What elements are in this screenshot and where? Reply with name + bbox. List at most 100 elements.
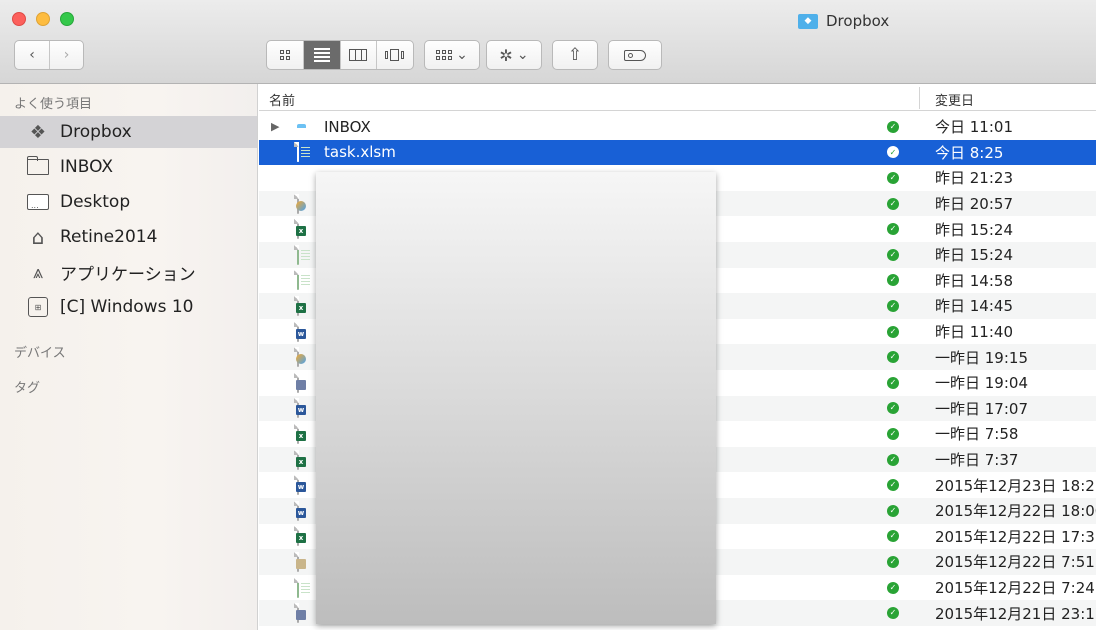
excel-file-icon: x (296, 219, 306, 240)
sync-status-icon: ✓ (887, 581, 899, 594)
date-modified-column-header[interactable]: 変更日 (935, 90, 974, 109)
date-modified: 2015年12月23日 18:27 (935, 476, 1096, 495)
excel-file-icon: x (296, 526, 306, 547)
date-modified: 昨日 14:58 (935, 271, 1013, 290)
sync-status-icon: ✓ (887, 146, 899, 159)
plain-file-icon (297, 577, 299, 598)
sidebar-item-inbox[interactable]: INBOX (0, 151, 257, 183)
date-modified: 2015年12月22日 18:00 (935, 502, 1096, 521)
devices-heading: デバイス (14, 346, 66, 361)
sync-status-icon: ✓ (887, 248, 899, 261)
word-file-icon: w (296, 500, 306, 521)
sync-status-icon: ✓ (887, 274, 899, 287)
sync-status-icon: ✓ (887, 223, 899, 236)
window-title-label: Dropbox (826, 12, 890, 30)
word-file-icon: w (296, 321, 306, 342)
date-modified: 昨日 20:57 (935, 195, 1013, 214)
icon-view-icon (279, 50, 290, 60)
date-modified: 昨日 11:40 (935, 323, 1013, 342)
date-modified: 今日 11:01 (935, 118, 1013, 137)
sync-status-icon: ✓ (887, 197, 899, 210)
view-mode-group (266, 40, 414, 70)
applications-icon: ⩓ (32, 261, 44, 283)
gear-icon: ✲ (499, 45, 513, 65)
window-toolbar: ◆ Dropbox ‹ › ⌄ ✲ ⌄ ⇧ (0, 0, 1096, 84)
folder-icon (26, 156, 50, 177)
sync-status-icon: ✓ (887, 299, 899, 312)
date-modified: 2015年12月21日 23:17 (935, 604, 1096, 623)
disclosure-triangle-icon[interactable]: ▶ (271, 120, 279, 133)
share-button[interactable]: ⇧ (552, 40, 598, 70)
arrange-icon (436, 50, 453, 60)
forward-button[interactable]: › (48, 41, 83, 69)
date-modified: 2015年12月22日 7:24 (935, 579, 1095, 598)
sidebar-item-label: INBOX (60, 157, 114, 177)
date-modified: 昨日 14:45 (935, 297, 1013, 316)
app-file-icon (296, 347, 306, 368)
zoom-window-button[interactable] (60, 12, 74, 26)
column-divider[interactable] (919, 87, 920, 109)
cover-flow-icon (385, 49, 405, 61)
img-file-icon (296, 551, 306, 572)
excel-file-icon: x (296, 423, 306, 444)
file-row[interactable]: task.xlsm ✓ 今日 8:25 (259, 139, 1096, 166)
file-name: INBOX (324, 117, 371, 136)
sync-status-icon: ✓ (887, 479, 899, 492)
sidebar-item-dropbox[interactable]: ❖ Dropbox (0, 116, 257, 148)
date-modified: 一昨日 19:04 (935, 374, 1028, 393)
action-button[interactable]: ✲ ⌄ (486, 40, 542, 70)
cover-flow-button[interactable] (376, 41, 413, 69)
drive-icon: ⊞ (26, 297, 50, 317)
date-modified: 昨日 15:24 (935, 220, 1013, 239)
sync-status-icon: ✓ (887, 427, 899, 440)
icon-view-button[interactable] (267, 41, 303, 69)
date-modified: 昨日 21:23 (935, 169, 1013, 188)
column-view-button[interactable] (339, 41, 377, 69)
date-modified: 一昨日 19:15 (935, 348, 1028, 367)
list-view-button[interactable] (302, 41, 340, 69)
date-modified: 一昨日 7:37 (935, 451, 1019, 470)
sync-status-icon: ✓ (887, 453, 899, 466)
sidebar-item-windows-drive[interactable]: ⊞ [C] Windows 10 (0, 291, 257, 323)
column-view-icon (349, 49, 368, 61)
dropbox-folder-icon: ◆ (798, 13, 818, 29)
date-modified: 今日 8:25 (935, 143, 1004, 162)
arrange-button[interactable]: ⌄ (424, 40, 480, 70)
close-window-button[interactable] (12, 12, 26, 26)
sidebar-item-applications[interactable]: ⩓ アプリケーション (0, 256, 257, 288)
sidebar-item-label: Dropbox (60, 122, 132, 142)
excel-file-icon: x (296, 295, 306, 316)
back-button[interactable]: ‹ (15, 41, 49, 69)
sync-status-icon: ✓ (887, 376, 899, 389)
file-row[interactable]: ▶ INBOX ✓ 今日 11:01 (259, 114, 1096, 140)
sidebar-item-desktop[interactable]: Desktop (0, 186, 257, 218)
chevron-down-icon: ⌄ (456, 47, 468, 63)
name-column-header[interactable]: 名前 (269, 90, 295, 109)
print-file-icon (296, 372, 306, 393)
sidebar-item-label: [C] Windows 10 (60, 297, 194, 317)
dropbox-icon: ❖ (29, 121, 47, 143)
app-file-icon (296, 193, 306, 214)
date-modified: 一昨日 7:58 (935, 425, 1019, 444)
redacted-overlay (316, 172, 716, 624)
sync-status-icon: ✓ (887, 555, 899, 568)
word-file-icon: w (296, 475, 306, 496)
back-forward-group: ‹ › (14, 40, 84, 70)
sidebar-item-label: アプリケーション (60, 264, 196, 285)
tags-heading: タグ (14, 381, 41, 396)
plain-file-icon (297, 142, 299, 163)
window-title: ◆ Dropbox (798, 12, 889, 30)
list-view-icon (313, 46, 330, 64)
sync-status-icon: ✓ (887, 504, 899, 517)
sidebar-item-label: Desktop (60, 192, 131, 212)
sync-status-icon: ✓ (887, 171, 899, 184)
sidebar: よく使う項目 ❖ Dropbox INBOX Desktop ⌂ Retine2… (0, 84, 258, 630)
edit-tags-button[interactable] (608, 40, 662, 70)
sidebar-item-home[interactable]: ⌂ Retine2014 (0, 221, 257, 253)
word-file-icon: w (296, 398, 306, 419)
share-icon: ⇧ (567, 45, 583, 65)
print-file-icon (296, 603, 306, 624)
sync-status-icon: ✓ (887, 351, 899, 364)
minimize-window-button[interactable] (36, 12, 50, 26)
excel-file-icon: x (296, 449, 306, 470)
